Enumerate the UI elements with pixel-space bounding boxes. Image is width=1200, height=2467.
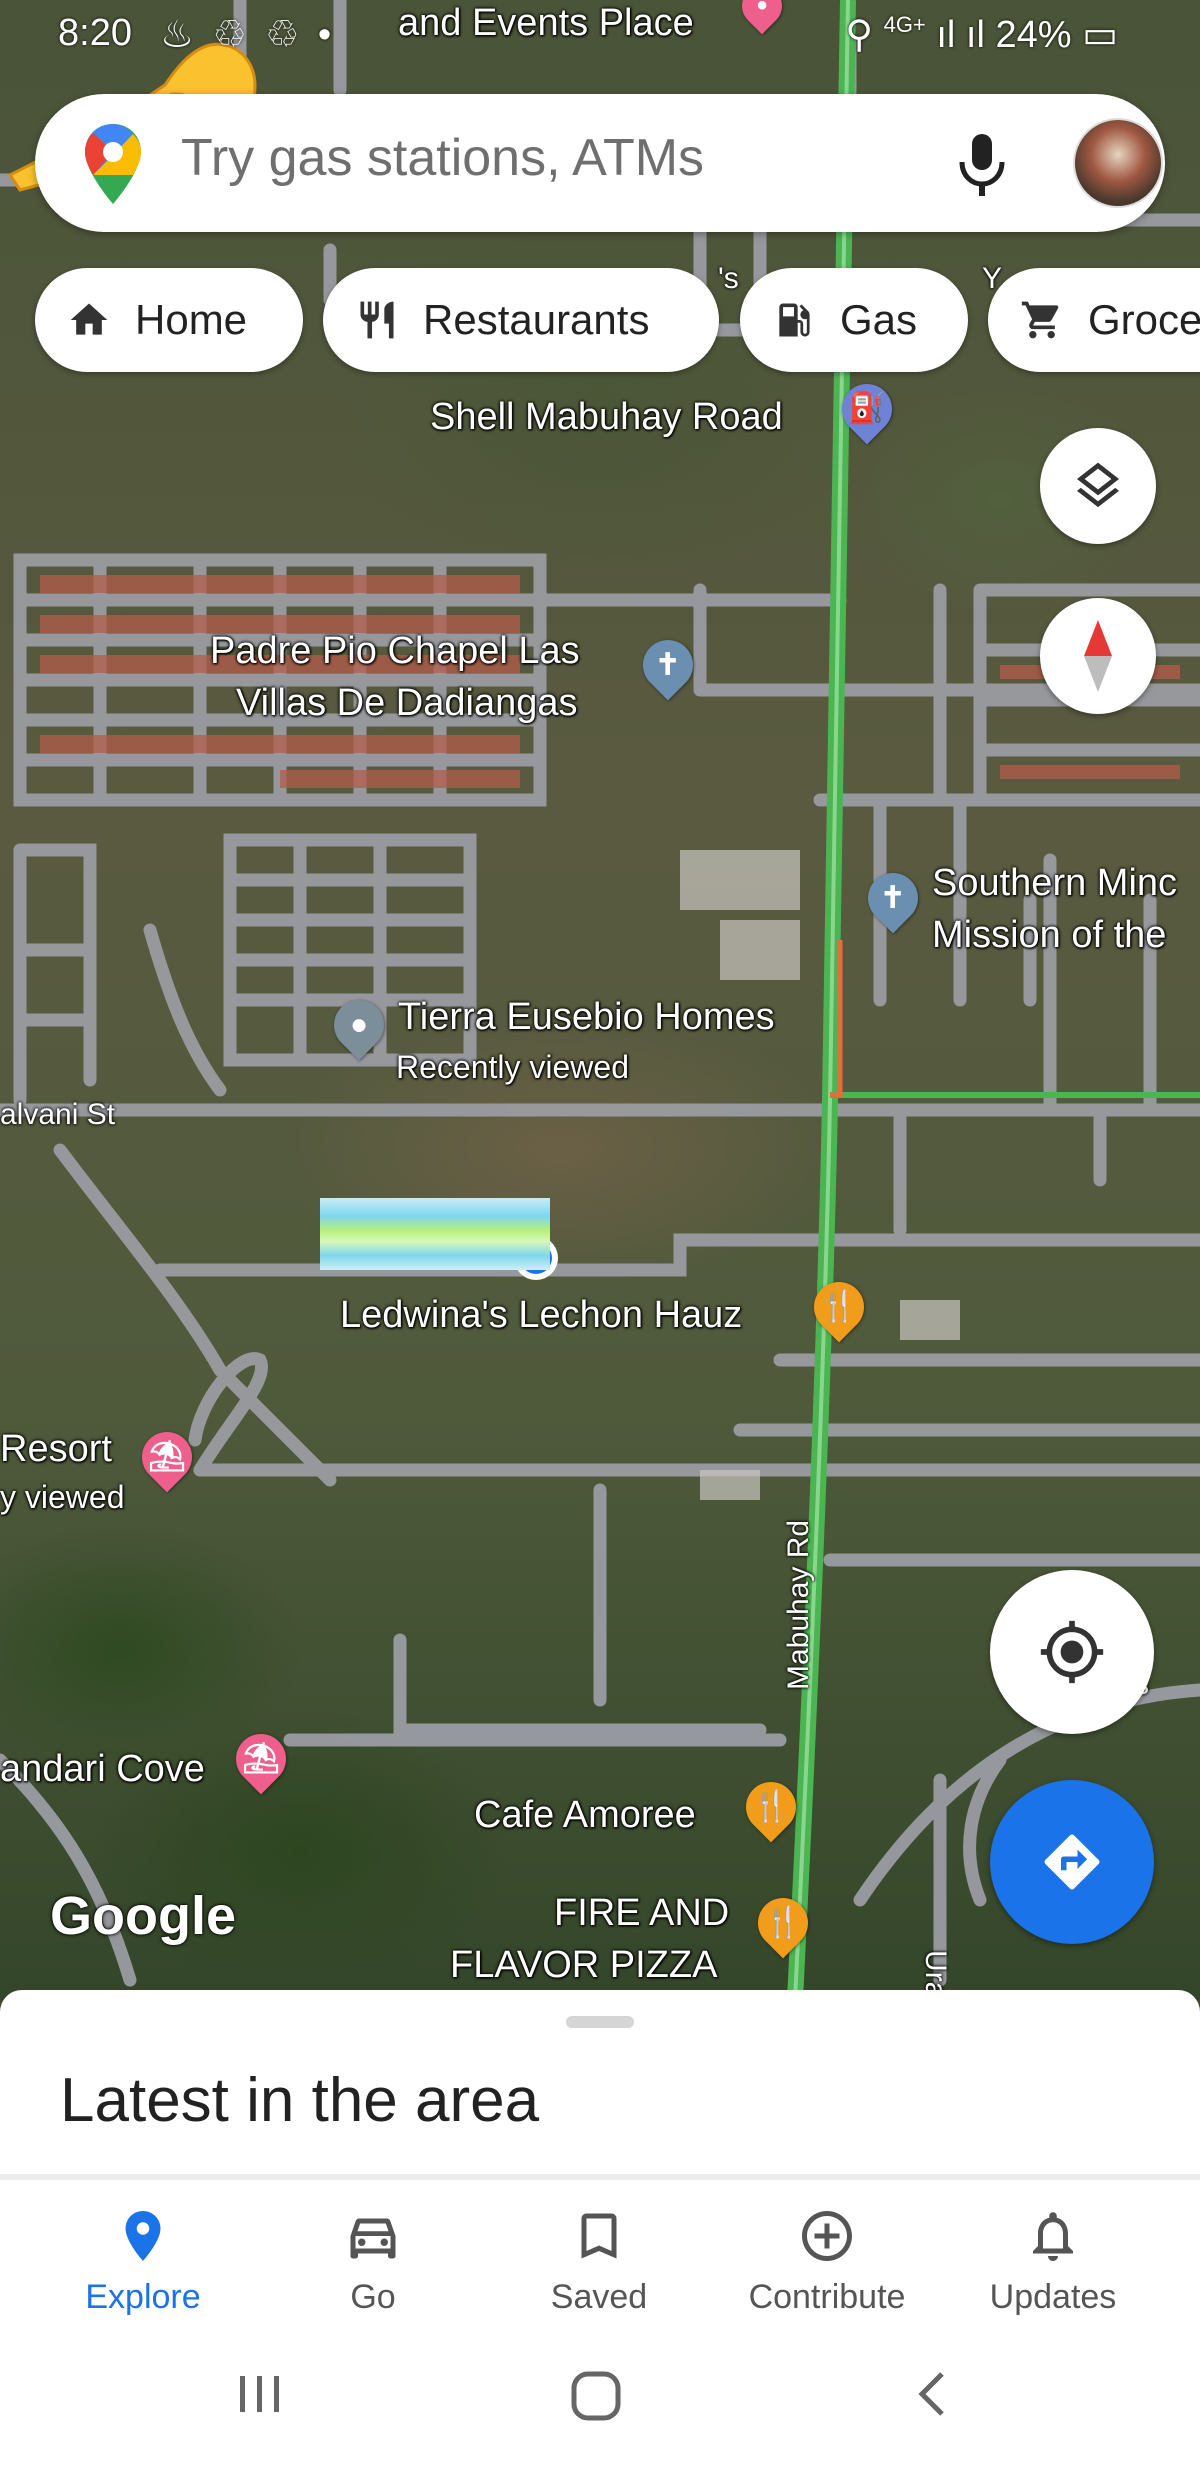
bottom-sheet[interactable]: Latest in the area [0, 1990, 1200, 2180]
chip-restaurants[interactable]: Restaurants [323, 268, 719, 372]
bookmark-icon [581, 2213, 617, 2259]
search-bar[interactable]: Try gas stations, ATMs [35, 94, 1165, 232]
nav-updates-label: Updates [989, 2278, 1117, 2316]
place-label-resort[interactable]: Resort [0, 1428, 112, 1470]
street-fragment-s: 's [718, 262, 739, 295]
place-label-southern-1[interactable]: Southern Minc [932, 862, 1177, 904]
nav-contribute-label: Contribute [748, 2278, 906, 2316]
my-location-icon [1040, 1620, 1104, 1684]
nav-explore-label: Explore [85, 2278, 201, 2316]
status-notification-icons: ♨ ♲ ♲ • [160, 14, 336, 56]
nav-go-label: Go [350, 2278, 396, 2316]
explore-pin-icon [125, 2211, 161, 2261]
street-label-galvani: alvani St [0, 1098, 116, 1131]
my-location-button[interactable] [990, 1570, 1154, 1734]
home-nav-icon[interactable] [568, 2368, 624, 2424]
battery-percent: 24% [995, 14, 1072, 56]
cart-icon [1018, 296, 1066, 344]
place-label-cafe[interactable]: Cafe Amoree [474, 1794, 696, 1836]
chip-groceries-label: Groce [1088, 296, 1200, 343]
status-time: 8:20 [58, 12, 132, 54]
nav-updates[interactable]: Updates [938, 2206, 1168, 2317]
system-navigation-bar [0, 2330, 1200, 2467]
place-label-shell[interactable]: Shell Mabuhay Road [430, 396, 783, 438]
nav-go[interactable]: Go [258, 2206, 488, 2317]
nav-saved[interactable]: Saved [484, 2206, 714, 2317]
place-label-fire-1[interactable]: FIRE AND [554, 1892, 729, 1934]
profile-avatar[interactable] [1073, 118, 1163, 208]
place-label-tierra-sub: Recently viewed [396, 1049, 629, 1085]
status-bar: 8:20 ♨ ♲ ♲ • ⚲ 4G+ ıl ıl 24% ▭ [0, 0, 1200, 70]
compass-icon [1084, 620, 1112, 692]
place-label-tierra[interactable]: Tierra Eusebio Homes [398, 996, 775, 1038]
place-label-ledwina[interactable]: Ledwina's Lechon Hauz [340, 1294, 742, 1336]
nav-saved-label: Saved [550, 2278, 648, 2316]
signal-icon: ıl ıl [936, 14, 996, 56]
restaurant-icon [353, 296, 401, 344]
network-type: 4G+ [883, 12, 926, 37]
compass-button[interactable] [1040, 598, 1156, 714]
layers-button[interactable] [1040, 428, 1156, 544]
sheet-title: Latest in the area [60, 2066, 540, 2135]
chip-groceries[interactable]: Groce [988, 268, 1200, 372]
home-icon [65, 296, 113, 344]
chip-restaurants-label: Restaurants [423, 296, 650, 343]
battery-icon: ▭ [1082, 14, 1118, 56]
place-label-padre-pio-1[interactable]: Padre Pio Chapel Las [210, 630, 580, 672]
nav-contribute[interactable]: Contribute [712, 2206, 942, 2317]
directions-button[interactable] [990, 1780, 1154, 1944]
google-watermark: Google [50, 1886, 236, 1946]
directions-icon [1044, 1834, 1100, 1890]
gas-icon [770, 296, 818, 344]
chip-gas-label: Gas [840, 296, 918, 343]
place-label-padre-pio-2[interactable]: Villas De Dadiangas [236, 682, 578, 724]
place-label-fire-2[interactable]: FLAVOR PIZZA [450, 1944, 717, 1986]
chip-home-label: Home [135, 296, 248, 343]
chip-home[interactable]: Home [35, 268, 303, 372]
place-label-andari[interactable]: andari Cove [0, 1748, 205, 1790]
nav-explore[interactable]: Explore [28, 2206, 258, 2317]
place-label-southern-2[interactable]: Mission of the [932, 914, 1166, 956]
google-maps-logo-icon [85, 124, 141, 204]
street-label-mabuhay: Mabuhay Rd [782, 1519, 815, 1690]
bell-icon [1033, 2212, 1073, 2261]
search-input[interactable]: Try gas stations, ATMs [181, 128, 704, 188]
add-circle-icon [802, 2211, 852, 2261]
recent-apps-icon[interactable] [234, 2368, 286, 2420]
location-icon: ⚲ [845, 14, 884, 56]
status-right: ⚲ 4G+ ıl ıl 24% ▭ [845, 12, 1118, 57]
microphone-icon[interactable] [947, 124, 1017, 204]
back-icon[interactable] [912, 2368, 952, 2420]
redaction-marker [320, 1198, 550, 1270]
bottom-navigation: Explore Go Saved Contribute Updates [0, 2180, 1200, 2330]
chip-gas[interactable]: Gas [740, 268, 968, 372]
car-icon [350, 2218, 396, 2259]
sheet-drag-handle[interactable] [566, 2016, 634, 2028]
layers-icon [1077, 462, 1119, 508]
place-label-resort-sub: y viewed [0, 1479, 125, 1515]
